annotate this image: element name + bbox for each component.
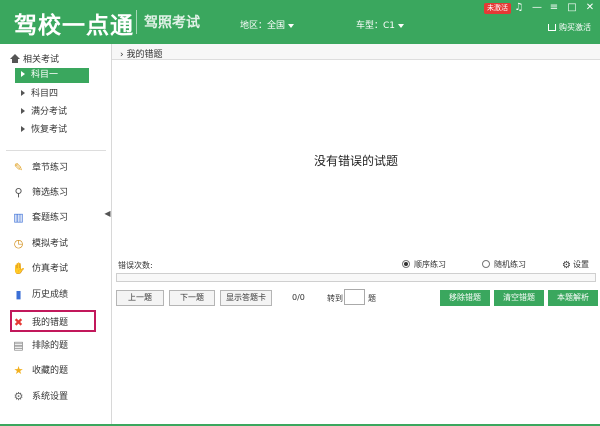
close-icon[interactable]: ✕ [584, 2, 596, 14]
bar-chart-icon: ▮ [15, 288, 22, 301]
red-x-icon: ✖ [13, 316, 24, 329]
empty-message: 没有错误的试题 [314, 154, 399, 168]
home-icon [10, 54, 20, 63]
clear-wrong-button[interactable]: 清空错题 [494, 290, 544, 306]
main-panel: › 我的错题 没有错误的试题 错误次数: 顺序练习 随机练习 ⚙ 设置 上一题 下… [112, 44, 600, 426]
subject-item-full-score[interactable]: 满分考试 [15, 105, 89, 120]
cartype-dropdown[interactable]: 车型：C1 [356, 18, 405, 31]
menu-icon[interactable]: ≡ [548, 2, 560, 14]
breadcrumb: › 我的错题 [112, 44, 600, 60]
subject-item-1[interactable]: 科目一 [15, 68, 89, 83]
sidebar-section-title[interactable]: 相关考试 [10, 52, 59, 65]
next-question-button[interactable]: 下一题 [169, 290, 215, 306]
notification-icon[interactable]: ♫ [513, 2, 525, 14]
buy-label: 购买激活 [559, 23, 591, 32]
triangle-right-icon [21, 126, 25, 132]
activation-badge: 未激活 [484, 3, 511, 14]
books-icon: ▥ [13, 211, 24, 224]
star-icon: ★ [13, 364, 24, 377]
triangle-right-icon [21, 90, 25, 96]
menu-filter-practice[interactable]: ⚲ 筛选练习 [12, 182, 96, 204]
sidebar-collapse-handle[interactable]: ◀ [104, 205, 111, 223]
settings-button[interactable]: ⚙ 设置 [562, 259, 589, 271]
trash-icon: ▤ [13, 339, 24, 352]
maximize-icon[interactable]: □ [566, 2, 578, 14]
magnifier-icon: ⚲ [14, 186, 23, 199]
menu-simulated-exam[interactable]: ✋ 仿真考试 [12, 258, 96, 280]
menu-chapter-practice[interactable]: ✎ 章节练习 [12, 157, 96, 179]
clock-icon: ◷ [13, 237, 24, 250]
prev-question-button[interactable]: 上一题 [116, 290, 164, 306]
error-count-bar [116, 273, 596, 282]
explain-question-button[interactable]: 本题解析 [548, 290, 598, 306]
show-answer-card-button[interactable]: 显示答题卡 [220, 290, 272, 306]
question-counter: 0/0 [292, 293, 305, 302]
radio-random[interactable]: 随机练习 [482, 259, 526, 270]
goto-label: 转到 [327, 294, 343, 303]
sidebar-divider [6, 150, 106, 151]
minimize-icon[interactable]: — [531, 2, 543, 14]
gear-icon: ⚙ [13, 390, 24, 403]
subject-item-recovery[interactable]: 恢复考试 [15, 123, 89, 138]
region-label: 地区：全国 [240, 21, 286, 31]
header-divider [136, 10, 137, 34]
goto-question-input[interactable] [344, 289, 365, 305]
radio-dot [402, 260, 410, 268]
sidebar: 相关考试 科目一 科目四 满分考试 恢复考试 ✎ 章节练习 ⚲ 筛选练习 ▥ 套题练习… [0, 44, 111, 426]
app-title: 驾校一点通 [14, 13, 134, 39]
gear-icon: ⚙ [562, 260, 571, 271]
remove-wrong-button[interactable]: 移除错题 [440, 290, 490, 306]
menu-favorite-questions[interactable]: ★ 收藏的题 [12, 360, 96, 382]
menu-my-wrong-questions[interactable]: ✖ 我的错题 [10, 310, 96, 332]
radio-sequential[interactable]: 顺序练习 [402, 259, 446, 270]
title-bar: 驾校一点通 驾照考试 地区：全国 车型：C1 未激活 ♫ — ≡ □ ✕ 购买激… [0, 0, 600, 44]
menu-history-scores[interactable]: ▮ 历史成绩 [12, 284, 96, 306]
region-dropdown[interactable]: 地区：全国 [240, 18, 295, 31]
chevron-down-icon [288, 23, 295, 28]
error-count-label: 错误次数: [118, 261, 153, 270]
breadcrumb-item: › 我的错题 [120, 50, 163, 60]
buy-activate-button[interactable]: 购买激活 [548, 22, 591, 33]
cart-icon [548, 24, 556, 31]
subject-item-4[interactable]: 科目四 [15, 87, 89, 102]
triangle-right-icon [21, 71, 25, 77]
app-subtitle: 驾照考试 [144, 15, 200, 31]
goto-suffix: 题 [368, 294, 376, 303]
chevron-down-icon [398, 23, 405, 28]
menu-system-settings[interactable]: ⚙ 系统设置 [12, 386, 96, 408]
pencil-icon: ✎ [13, 161, 24, 174]
menu-mock-exam[interactable]: ◷ 模拟考试 [12, 233, 96, 255]
radio-dot [482, 260, 490, 268]
cartype-label: 车型：C1 [356, 21, 396, 31]
menu-excluded-questions[interactable]: ▤ 排除的题 [12, 335, 96, 357]
menu-set-practice[interactable]: ▥ 套题练习 [12, 207, 96, 229]
triangle-right-icon [21, 108, 25, 114]
hand-icon: ✋ [12, 262, 26, 275]
